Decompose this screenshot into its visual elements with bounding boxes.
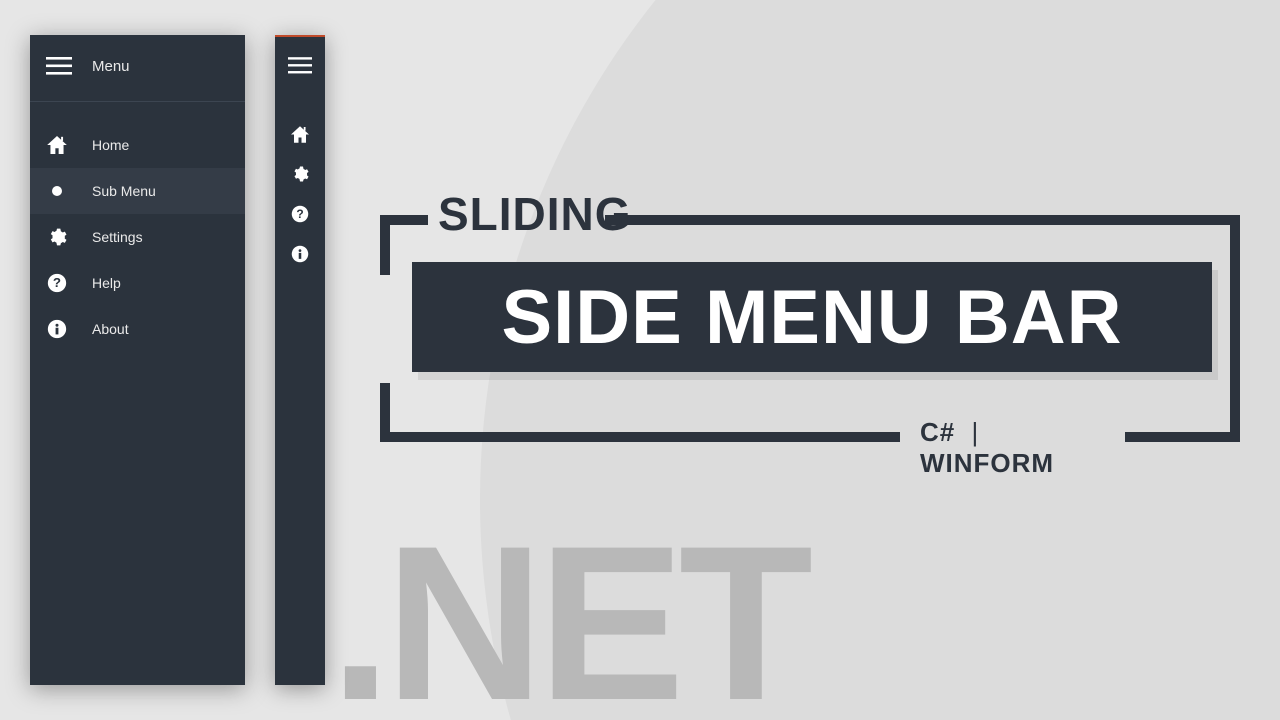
headline-subtitle: C# | WINFORM [920,417,1054,479]
info-icon[interactable] [289,243,311,265]
sidebar-item-label: Sub Menu [92,183,156,199]
tech-winform: WINFORM [920,448,1054,478]
headline-main: SIDE MENU BAR [501,274,1122,361]
sidebar-item-label: About [92,321,129,337]
svg-text:?: ? [296,207,303,221]
home-icon[interactable] [289,123,311,145]
sidebar-item-help[interactable]: ? Help [30,260,245,306]
frame-segment [1230,215,1240,440]
sidebar-item-submenu[interactable]: Sub Menu [30,168,245,214]
sidebar-item-label: Help [92,275,121,291]
headline-top: SLIDING [438,187,632,241]
help-icon[interactable]: ? [289,203,311,225]
svg-text:?: ? [53,275,61,290]
hamburger-icon[interactable] [46,57,72,75]
separator: | [971,417,979,447]
help-icon: ? [46,273,68,293]
collapsed-items: ? [275,123,325,265]
sidebar-collapsed: ? [275,35,325,685]
frame-segment [380,215,428,225]
sidebar-divider [30,101,245,102]
sidebar-item-label: Home [92,137,129,153]
frame-segment [605,215,1240,225]
sidebar-item-settings[interactable]: Settings [30,214,245,260]
sidebar-item-about[interactable]: About [30,306,245,352]
sidebar-item-label: Settings [92,229,143,245]
gear-icon[interactable] [289,163,311,185]
sidebar-expanded: Menu Home Sub Menu Settings ? Help [30,35,245,685]
sidebar-header: Menu [30,35,245,97]
headline-banner: SIDE MENU BAR [412,262,1212,372]
watermark-text: .NET [330,497,807,720]
frame-segment [380,383,390,441]
tech-csharp: C# [920,417,955,447]
sidebar-item-home[interactable]: Home [30,122,245,168]
frame-segment [380,432,900,442]
bullet-icon [46,185,68,197]
info-icon [46,319,68,339]
gear-icon [46,227,68,247]
hamburger-icon[interactable] [288,57,312,74]
home-icon [46,136,68,154]
sidebar-items: Home Sub Menu Settings ? Help About [30,122,245,352]
sidebar-title: Menu [92,58,130,75]
frame-segment [1125,432,1240,442]
